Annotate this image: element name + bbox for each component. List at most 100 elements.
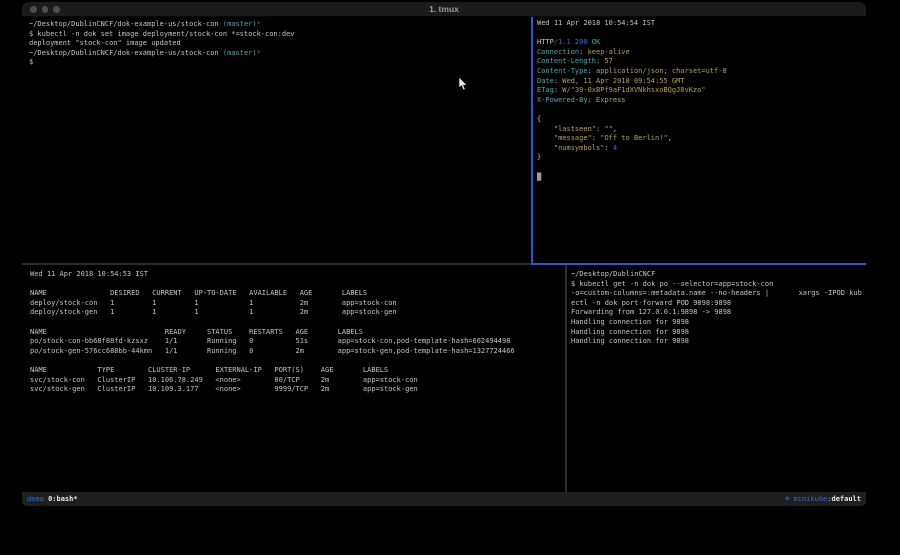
- terminal-line: deploy/stock-gen 1 1 1 1 2m app=stock-ge…: [30, 308, 573, 318]
- terminal-line: ectl -n dok port-forward POD 9898:9898: [571, 299, 866, 309]
- text-segment: }: [537, 153, 541, 161]
- text-segment: "Off to Berlin!": [600, 134, 667, 142]
- text-segment: Handling connection for 9898: [571, 337, 689, 345]
- text-segment: Content-Type: [537, 67, 588, 75]
- text-segment: deploy/stock-gen 1 1 1 1 2m app=stock-ge…: [30, 308, 397, 316]
- text-segment: 0:bash*: [48, 495, 78, 503]
- text-segment: [537, 144, 554, 152]
- text-segment: minikube: [794, 495, 828, 503]
- text-segment: Handling connection for 9898: [571, 318, 689, 326]
- text-segment: ☸: [785, 495, 793, 503]
- text-segment: ETag: [537, 86, 554, 94]
- text-segment: keep-alive: [588, 48, 630, 56]
- text-segment: Content-Length: [537, 57, 596, 65]
- terminal-line: "numsymbols": 4: [537, 144, 866, 154]
- text-segment: $ kubectl get -n dok po --selector=app=s…: [571, 280, 773, 288]
- terminal-line: [537, 105, 866, 115]
- terminal-line: Content-Length: 57: [537, 57, 866, 67]
- terminal-line: po/stock-gen-576cc688bb-44kmn 1/1 Runnin…: [30, 347, 573, 357]
- terminal-line: X-Powered-By: Express: [537, 96, 866, 106]
- zoom-button[interactable]: [53, 6, 60, 13]
- terminal-line: deploy/stock-con 1 1 1 1 2m app=stock-co…: [30, 299, 573, 309]
- mouse-pointer-icon: [458, 77, 468, 91]
- terminal-line: [537, 163, 866, 173]
- terminal-line: ~/Desktop/DublinCNCF/dok-example-us/stoc…: [29, 20, 538, 30]
- text-segment: :: [588, 96, 596, 104]
- text-segment: █: [537, 173, 541, 181]
- text-segment: svc/stock-gen ClusterIP 10.109.3.177 <no…: [30, 385, 418, 393]
- window-title: 1. tmux: [22, 2, 866, 16]
- terminal-window: 1. tmux ~/Desktop/DublinCNCF/dok-example…: [22, 2, 866, 506]
- text-segment: Wed 11 Apr 2018 10:54:53 IST: [30, 270, 148, 278]
- terminal-line: ETag: W/"39-0xBPf9aF1dXVNkhsxoBQgJ8vKzo": [537, 86, 866, 96]
- terminal-line: Handling connection for 9898: [571, 318, 866, 328]
- text-segment: :: [588, 67, 596, 75]
- terminal-line: [537, 29, 866, 39]
- pane-bottom-right-port-forward[interactable]: ~/Desktop/DublinCNCF $ kubectl get -n dok…: [567, 265, 866, 492]
- traffic-lights: [30, 6, 60, 13]
- text-segment: W/"39-0xBPf9aF1dXVNkhsxoBQgJ8vKzo": [562, 86, 705, 94]
- terminal-line: svc/stock-gen ClusterIP 10.109.3.177 <no…: [30, 385, 573, 395]
- close-button[interactable]: [30, 6, 37, 13]
- status-left-session-window[interactable]: demo 0:bash*: [27, 495, 78, 503]
- text-segment: ectl -n dok port-forward POD 9898:9898: [571, 299, 731, 307]
- terminal-line: "message": "Off to Berlin!",: [537, 134, 866, 144]
- terminal-line: Forwarding from 127.0.0.1:9898 -> 9898: [571, 308, 866, 318]
- terminal-line: Wed 11 Apr 2018 10:54:53 IST: [30, 270, 573, 280]
- terminal-line: deployment "stock-con" image updated: [29, 39, 538, 49]
- text-segment: Date: [537, 77, 554, 85]
- terminal-line: po/stock-con-bb68f88fd-kzsxz 1/1 Running…: [30, 337, 573, 347]
- text-segment: 57: [604, 57, 612, 65]
- text-segment: application/json; charset=utf-8: [596, 67, 727, 75]
- terminal-line: NAME DESIRED CURRENT UP-TO-DATE AVAILABL…: [30, 289, 573, 299]
- terminal-line: [30, 280, 573, 290]
- terminal-line: svc/stock-con ClusterIP 10.106.78.249 <n…: [30, 376, 573, 386]
- terminal-line: Content-Type: application/json; charset=…: [537, 67, 866, 77]
- pane-bottom-left-kubectl-watch[interactable]: Wed 11 Apr 2018 10:54:53 IST NAME DESIRE…: [22, 265, 573, 492]
- window-titlebar[interactable]: 1. tmux: [22, 2, 866, 17]
- tmux-status-bar: demo 0:bash* ☸ minikube:default: [22, 492, 866, 506]
- text-segment: [537, 125, 554, 133]
- pane-top-right-http-response[interactable]: Wed 11 Apr 2018 10:54:54 IST HTTP/1.1 20…: [533, 17, 866, 265]
- terminal-line: }: [537, 153, 866, 163]
- text-segment: -o=custom-columns=:metadata.name --no-he…: [571, 289, 862, 297]
- text-segment: ~/Desktop/DublinCNCF/dok-example-us/stoc…: [29, 49, 223, 57]
- text-segment: $: [29, 58, 33, 66]
- text-segment: ,: [668, 134, 672, 142]
- text-segment: default: [831, 495, 861, 503]
- text-segment: deployment "stock-con" image updated: [29, 39, 181, 47]
- text-segment: NAME TYPE CLUSTER-IP EXTERNAL-IP PORT(S)…: [30, 366, 388, 374]
- text-segment: NAME READY STATUS RESTARTS AGE LABELS: [30, 328, 363, 336]
- terminal-line: Handling connection for 9898: [571, 328, 866, 338]
- text-segment: Wed, 11 Apr 2018 09:54:55 GMT: [562, 77, 684, 85]
- terminal-line: ~/Desktop/DublinCNCF/dok-example-us/stoc…: [29, 49, 538, 59]
- text-segment: po/stock-con-bb68f88fd-kzsxz 1/1 Running…: [30, 337, 510, 345]
- text-segment: "": [604, 125, 612, 133]
- text-segment: *: [257, 20, 261, 28]
- text-segment: demo: [27, 495, 48, 503]
- text-segment: X-Powered-By: [537, 96, 588, 104]
- terminal-line: [30, 356, 573, 366]
- text-segment: Connection: [537, 48, 579, 56]
- text-segment: "message": [554, 134, 592, 142]
- minimize-button[interactable]: [42, 6, 49, 13]
- terminal-line: █: [537, 173, 866, 183]
- terminal-line: HTTP/1.1 200 OK: [537, 38, 866, 48]
- text-segment: Handling connection for 9898: [571, 328, 689, 336]
- terminal-line: -o=custom-columns=:metadata.name --no-he…: [571, 289, 866, 299]
- text-segment: Forwarding from 127.0.0.1:9898 -> 9898: [571, 308, 731, 316]
- pane-top-left-shell[interactable]: ~/Desktop/DublinCNCF/dok-example-us/stoc…: [22, 17, 538, 266]
- terminal-line: ~/Desktop/DublinCNCF: [571, 270, 866, 280]
- text-segment: 1.1 200: [558, 38, 588, 46]
- terminal-line: $: [29, 58, 538, 68]
- terminal-line: $ kubectl get -n dok po --selector=app=s…: [571, 280, 866, 290]
- terminal-line: {: [537, 115, 866, 125]
- text-segment: (master): [223, 49, 257, 57]
- text-segment: HTTP: [537, 38, 554, 46]
- text-segment: (master): [223, 20, 257, 28]
- text-segment: :: [604, 144, 612, 152]
- tmux-content: ~/Desktop/DublinCNCF/dok-example-us/stoc…: [22, 17, 866, 492]
- text-segment: ~/Desktop/DublinCNCF: [571, 270, 655, 278]
- text-segment: $ kubectl -n dok set image deployment/st…: [29, 30, 295, 38]
- terminal-line: Connection: keep-alive: [537, 48, 866, 58]
